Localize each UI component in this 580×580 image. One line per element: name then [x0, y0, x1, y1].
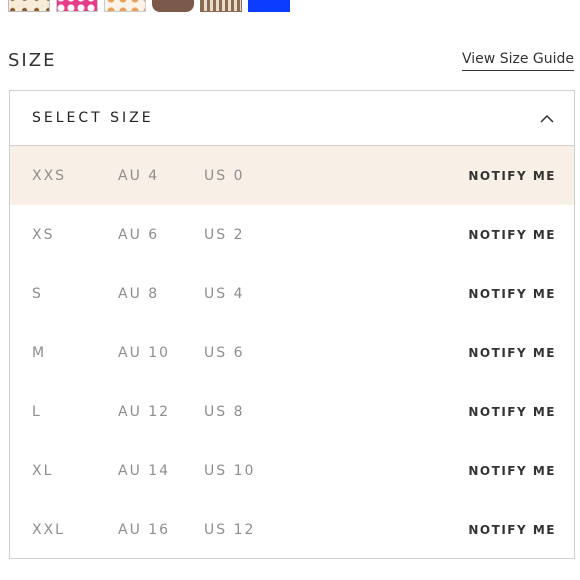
us-size: US 10	[204, 462, 256, 479]
us-size: US 4	[204, 285, 245, 302]
au-size: AU 16	[118, 521, 171, 538]
notify-me-button[interactable]: NOTIFY ME	[468, 346, 556, 360]
au-size: AU 4	[118, 167, 160, 184]
size-option-m[interactable]: M AU 10 US 6 NOTIFY ME	[10, 323, 574, 382]
swatch-cream-dots[interactable]	[8, 0, 50, 12]
color-swatch-row	[8, 0, 290, 12]
us-size: US 0	[204, 167, 245, 184]
au-size: AU 14	[118, 462, 171, 479]
us-size: US 12	[204, 521, 256, 538]
size-label: M	[32, 344, 47, 361]
notify-me-button[interactable]: NOTIFY ME	[468, 464, 556, 478]
us-size: US 6	[204, 344, 245, 361]
select-size-toggle[interactable]: SELECT SIZE	[10, 91, 574, 146]
size-label: XXL	[32, 521, 65, 538]
size-label: XS	[32, 226, 55, 243]
au-size: AU 8	[118, 285, 160, 302]
swatch-brown-stripe[interactable]	[200, 0, 242, 12]
chevron-up-icon[interactable]	[540, 113, 554, 123]
size-option-s[interactable]: S AU 8 US 4 NOTIFY ME	[10, 264, 574, 323]
notify-me-button[interactable]: NOTIFY ME	[468, 523, 556, 537]
size-dropdown: SELECT SIZE XXS AU 4 US 0 NOTIFY ME XS A…	[9, 90, 575, 559]
swatch-pink-floral[interactable]	[56, 0, 98, 12]
swatch-cream-floral[interactable]	[104, 0, 146, 12]
notify-me-button[interactable]: NOTIFY ME	[468, 228, 556, 242]
size-option-xxl[interactable]: XXL AU 16 US 12 NOTIFY ME	[10, 500, 574, 559]
size-option-xl[interactable]: XL AU 14 US 10 NOTIFY ME	[10, 441, 574, 500]
swatch-blue[interactable]	[248, 0, 290, 12]
size-option-l[interactable]: L AU 12 US 8 NOTIFY ME	[10, 382, 574, 441]
size-option-xxs[interactable]: XXS AU 4 US 0 NOTIFY ME	[10, 146, 574, 205]
size-label: XXS	[32, 167, 67, 184]
notify-me-button[interactable]: NOTIFY ME	[468, 287, 556, 301]
size-label: XL	[32, 462, 54, 479]
size-label: S	[32, 285, 43, 302]
notify-me-button[interactable]: NOTIFY ME	[468, 169, 556, 183]
size-section-header: SIZE View Size Guide	[8, 50, 574, 74]
size-label: L	[32, 403, 42, 420]
size-option-list: XXS AU 4 US 0 NOTIFY ME XS AU 6 US 2 NOT…	[10, 146, 574, 559]
size-title: SIZE	[8, 50, 57, 71]
au-size: AU 6	[118, 226, 160, 243]
notify-me-button[interactable]: NOTIFY ME	[468, 405, 556, 419]
au-size: AU 10	[118, 344, 171, 361]
view-size-guide-link[interactable]: View Size Guide	[462, 51, 574, 71]
swatch-brown[interactable]	[152, 0, 194, 12]
au-size: AU 12	[118, 403, 171, 420]
us-size: US 8	[204, 403, 245, 420]
size-option-xs[interactable]: XS AU 6 US 2 NOTIFY ME	[10, 205, 574, 264]
us-size: US 2	[204, 226, 245, 243]
select-size-label: SELECT SIZE	[32, 110, 154, 126]
